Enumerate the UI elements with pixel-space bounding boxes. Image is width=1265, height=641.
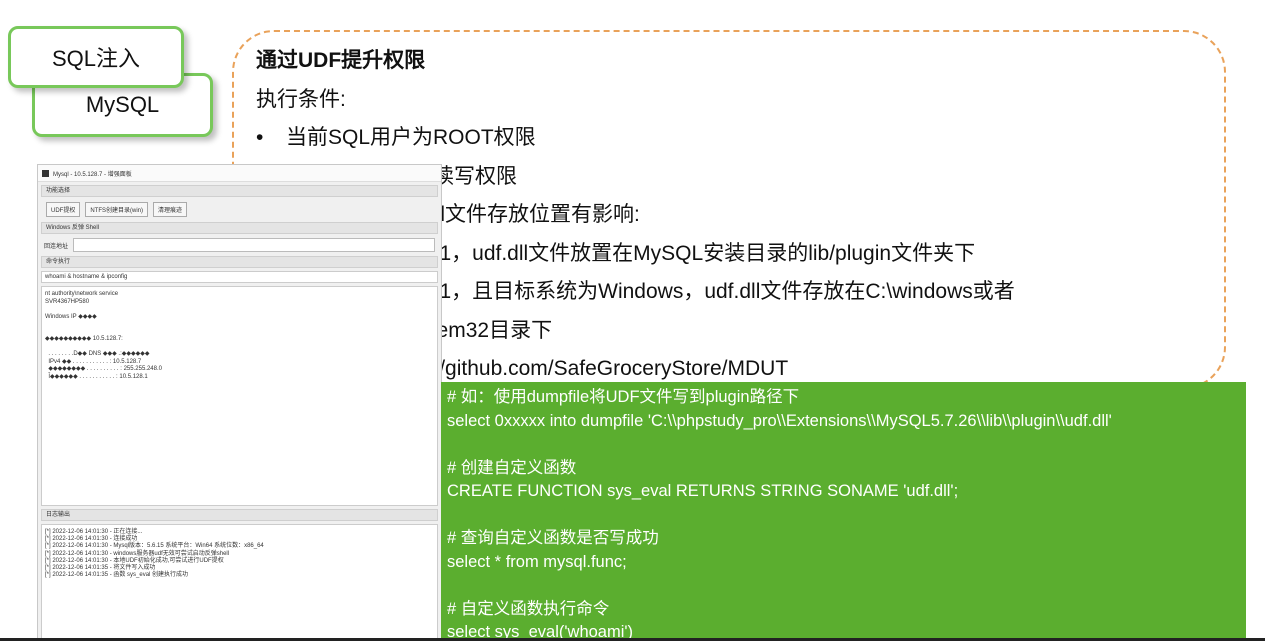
output-line: ◆◆◆◆◆◆◆◆ . . . . . . . . . . : 255.255.2…	[45, 366, 162, 372]
log-line: [*] 2022-12-06 14:01:30 - 本地UDF初始化成功,可尝试…	[45, 557, 224, 564]
log-line: [*] 2022-12-06 14:01:35 - 函数 sys_eval 创建…	[45, 572, 189, 579]
condition-item: 当前SQL用户为ROOT权限	[256, 119, 1216, 158]
output-line: nt authority\network service	[45, 291, 119, 297]
code-line: # 自定义函数执行命令	[447, 599, 610, 618]
log-line: [*] 2022-12-06 14:01:30 - Mysql版本：5.6.15…	[45, 543, 264, 550]
section-reverse-shell: Windows 反弹 Shell	[41, 222, 438, 234]
section-function: 功能选择	[41, 185, 438, 197]
code-line: select 0xxxxx into dumpfile 'C:\\phpstud…	[447, 411, 1112, 430]
sql-injection-tag: SQL注入	[8, 26, 184, 88]
output-line: SVR4367HP580	[45, 298, 90, 305]
command-output: nt authority\network service SVR4367HP58…	[41, 286, 438, 506]
clean-traces-button[interactable]: 清理痕迹	[153, 202, 188, 217]
output-line: ◆◆◆◆◆◆◆◆◆◆ 10.5.128.7:	[45, 336, 123, 342]
sql-tag-label: SQL注入	[51, 46, 141, 71]
section-command: 命令执行	[41, 256, 438, 268]
code-line: # 查询自定义函数是否写成功	[447, 529, 659, 547]
ntfs-mkdir-button[interactable]: NTFS创建目录(win)	[85, 202, 149, 217]
app-icon	[42, 169, 49, 177]
log-output: [*] 2022-12-06 14:01:30 - 正在连接... [*] 20…	[41, 524, 438, 640]
return-address-input[interactable]	[73, 238, 435, 252]
conditions-heading: 执行条件:	[256, 87, 346, 111]
output-line: . . . . . . . .D◆◆ DNS ◆◆◆ .:◆◆◆◆◆◆	[45, 351, 150, 357]
function-buttons: UDF提权 NTFS创建目录(win) 清理痕迹	[46, 202, 433, 217]
return-address-row: 回连地址	[44, 238, 435, 252]
section-log: 日志输出	[41, 509, 438, 521]
command-input[interactable]: whoami & hostname & ipconfig	[41, 271, 438, 283]
code-line: # 创建自定义函数	[447, 458, 577, 477]
output-line: Windows IP ◆◆◆◆	[45, 313, 97, 320]
log-line: [*] 2022-12-06 14:01:30 - windows服务器udf无…	[45, 550, 230, 557]
app-title: Mysql - 10.5.128.7 - 增强面板	[53, 171, 132, 178]
output-line: IPv4 ◆◆ . . . . . . . . . . . : 10.5.128…	[45, 358, 142, 365]
code-line: # 如：使用dumpfile将UDF文件写到plugin路径下	[447, 388, 800, 406]
code-line: select * from mysql.func;	[447, 552, 627, 571]
udf-escalate-button[interactable]: UDF提权	[46, 202, 81, 217]
sql-code-block: # 如：使用dumpfile将UDF文件写到plugin路径下 select 0…	[441, 382, 1246, 641]
mdut-app-window: Mysql - 10.5.128.7 - 增强面板 功能选择 UDF提权 NTF…	[37, 164, 442, 641]
mysql-tag-label: MySQL	[85, 92, 160, 117]
return-address-label: 回连地址	[44, 243, 69, 250]
app-titlebar: Mysql - 10.5.128.7 - 增强面板	[38, 165, 441, 182]
code-line: CREATE FUNCTION sys_eval RETURNS STRING …	[447, 482, 959, 500]
output-line: Ĭ◆◆◆◆◆◆ . . . . . . . . . . . : 10.5.128…	[45, 373, 148, 380]
callout-title: 通过UDF提升权限	[256, 49, 426, 72]
